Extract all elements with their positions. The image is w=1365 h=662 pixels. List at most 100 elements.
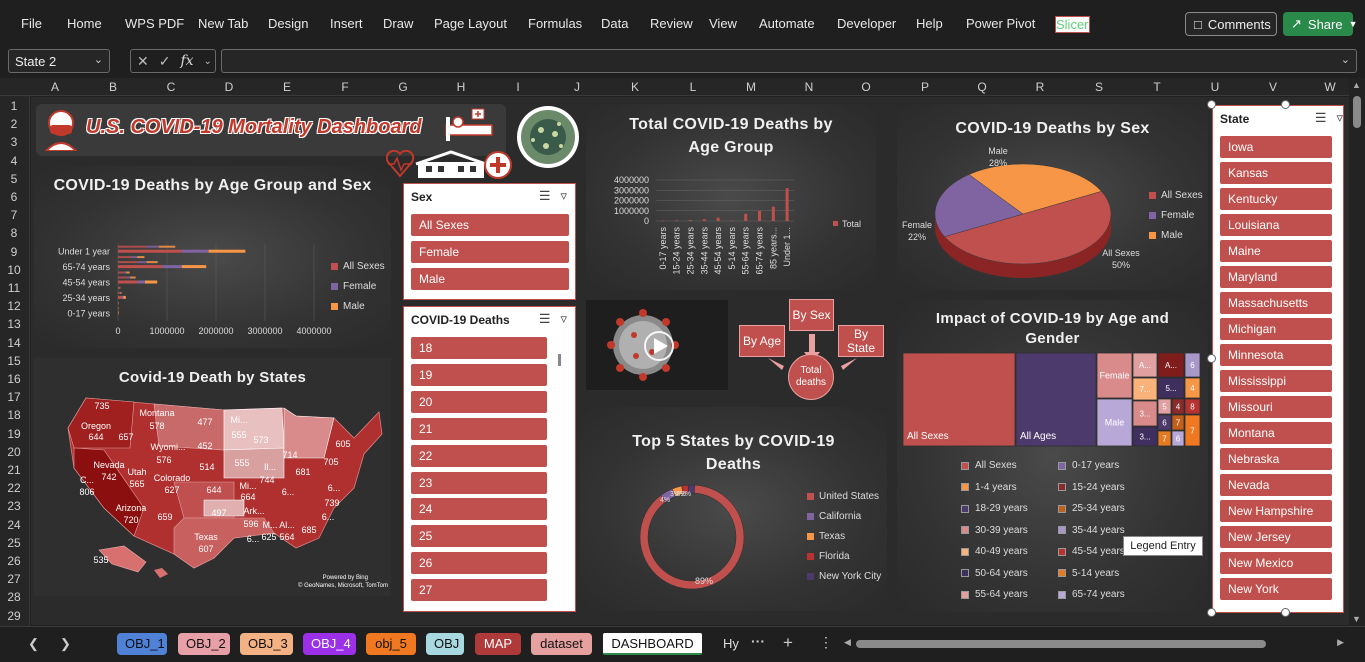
bar-segment[interactable] <box>123 271 127 274</box>
menu-formulas[interactable]: Formulas <box>528 16 582 31</box>
slicer-item[interactable]: Maryland <box>1220 266 1332 288</box>
bar-all-sexes[interactable] <box>118 265 163 269</box>
chevron-down-icon[interactable]: ⌄ <box>204 56 212 67</box>
bar-total[interactable] <box>785 188 789 221</box>
bar-male[interactable] <box>118 311 119 315</box>
bar-female[interactable] <box>181 249 209 253</box>
column-header[interactable]: Q <box>972 80 992 94</box>
scroll-down-icon[interactable]: ▼ <box>1352 614 1361 624</box>
legend-entry[interactable]: 1-4 years <box>961 482 1017 493</box>
check-icon[interactable]: ✓ <box>159 53 171 70</box>
bar-segment[interactable] <box>158 245 176 248</box>
resize-handle[interactable] <box>1207 100 1216 109</box>
column-header[interactable]: D <box>219 80 239 94</box>
menu-developer[interactable]: Developer <box>837 16 896 31</box>
row-header[interactable]: 14 <box>0 336 28 350</box>
row-header[interactable]: 11 <box>0 281 28 295</box>
slicer-item-all-sexes[interactable]: All Sexes <box>411 214 569 236</box>
bar-female[interactable] <box>137 280 145 284</box>
menu-data[interactable]: Data <box>601 16 628 31</box>
row-header[interactable]: 6 <box>0 190 28 204</box>
sex-slicer[interactable]: Sex ☰ ▿ All Sexes Female Male <box>403 183 576 300</box>
column-header[interactable]: M <box>741 80 761 94</box>
resize-handle[interactable] <box>1207 354 1216 363</box>
column-header[interactable]: P <box>915 80 935 94</box>
legend-entry[interactable]: Florida <box>807 546 881 566</box>
bar-male[interactable] <box>123 295 126 299</box>
resize-handle[interactable] <box>1207 608 1216 617</box>
bar-segment[interactable] <box>118 302 119 305</box>
more-sheets-icon[interactable]: ··· <box>751 633 765 649</box>
bar-segment[interactable] <box>119 286 121 289</box>
legend-label[interactable]: Total <box>842 219 861 229</box>
row-header[interactable]: 1 <box>0 99 28 113</box>
clear-filter-icon[interactable]: ▿ <box>560 188 567 204</box>
bar-total[interactable] <box>661 220 665 222</box>
row-header[interactable]: 26 <box>0 554 28 568</box>
column-header[interactable]: I <box>508 80 528 94</box>
menu-power-pivot[interactable]: Power Pivot <box>966 16 1035 31</box>
slicer-item[interactable]: Missouri <box>1220 396 1332 418</box>
bar-segment[interactable] <box>119 291 121 294</box>
bar-segment[interactable] <box>137 261 147 264</box>
bar-all-sexes[interactable] <box>118 280 138 284</box>
slicer-item[interactable]: New Mexico <box>1220 552 1332 574</box>
bar-segment[interactable] <box>118 256 132 259</box>
slicer-item[interactable]: 18 <box>411 337 547 359</box>
donut-slice-united-states[interactable] <box>639 484 745 590</box>
sheet-tab-obj_4[interactable]: OBJ_4 <box>303 633 356 655</box>
slicer-item-male[interactable]: Male <box>411 268 569 290</box>
bar-segment[interactable] <box>146 245 159 248</box>
menu-home[interactable]: Home <box>67 16 102 31</box>
bar-all-sexes[interactable] <box>118 249 182 253</box>
flow-total-deaths[interactable]: Total deaths <box>788 354 834 400</box>
row-header[interactable]: 28 <box>0 590 28 604</box>
scroll-right-icon[interactable]: ▶ <box>1337 637 1344 648</box>
legend-entry[interactable]: Female <box>331 276 385 296</box>
slicer-item[interactable]: New Jersey <box>1220 526 1332 548</box>
column-header[interactable]: F <box>335 80 355 94</box>
sheet-tab-map[interactable]: MAP <box>475 633 521 655</box>
bar-segment[interactable] <box>118 286 120 289</box>
legend-entry[interactable]: 35-44 years <box>1058 525 1125 536</box>
row-header[interactable]: 20 <box>0 445 28 459</box>
slicer-item[interactable]: Michigan <box>1220 318 1332 340</box>
row-header[interactable]: 3 <box>0 135 28 149</box>
bar-all-sexes[interactable] <box>118 295 122 299</box>
menu-file[interactable]: File <box>21 16 42 31</box>
column-header[interactable]: V <box>1263 80 1283 94</box>
slicer-item[interactable]: Mississippi <box>1220 370 1332 392</box>
slicer-item[interactable]: Kentucky <box>1220 188 1332 210</box>
column-header[interactable]: S <box>1089 80 1109 94</box>
add-sheet-icon[interactable]: + <box>783 633 793 653</box>
scroll-left-icon[interactable]: ◀ <box>844 637 851 648</box>
column-header[interactable]: O <box>856 80 876 94</box>
bar-male[interactable] <box>208 249 246 253</box>
menu-draw[interactable]: Draw <box>383 16 413 31</box>
chart-total-age[interactable]: Total COVID-19 Deaths by Age Group 0 1000… <box>586 104 876 290</box>
column-header[interactable]: C <box>161 80 181 94</box>
legend-entry[interactable]: 65-74 years <box>1058 589 1125 600</box>
chevron-down-icon[interactable]: ⌄ <box>94 53 103 66</box>
bar-segment[interactable] <box>119 286 120 289</box>
bar-total[interactable] <box>771 206 775 221</box>
bar-total[interactable] <box>730 220 734 222</box>
bar-segment[interactable] <box>126 271 130 274</box>
row-header[interactable]: 18 <box>0 408 28 422</box>
prev-sheet-icon[interactable]: ❮ <box>28 636 39 652</box>
row-header[interactable]: 15 <box>0 354 28 368</box>
deaths-slicer[interactable]: COVID-19 Deaths ☰ ▿ 18 19 20 21 22 23 24 25 26 27 <box>403 306 576 612</box>
slicer-item[interactable]: Louisiana <box>1220 214 1332 236</box>
bar-female[interactable] <box>162 265 182 269</box>
legend-entry[interactable]: 40-49 years <box>961 546 1028 557</box>
resize-handle[interactable] <box>1281 608 1290 617</box>
name-box[interactable]: State 2 ⌄ <box>8 49 110 73</box>
legend-entry[interactable]: California <box>807 506 881 526</box>
share-button[interactable]: ↗ Share ▼ <box>1283 12 1358 36</box>
menu-new-tab[interactable]: New Tab <box>198 16 248 31</box>
chart-treemap[interactable]: Impact of COVID-19 by Age and Gender All… <box>897 300 1208 612</box>
slicer-item[interactable]: Maine <box>1220 240 1332 262</box>
slicer-item[interactable]: 22 <box>411 444 547 467</box>
row-header[interactable]: 2 <box>0 117 28 131</box>
scroll-thumb[interactable] <box>856 640 1266 648</box>
